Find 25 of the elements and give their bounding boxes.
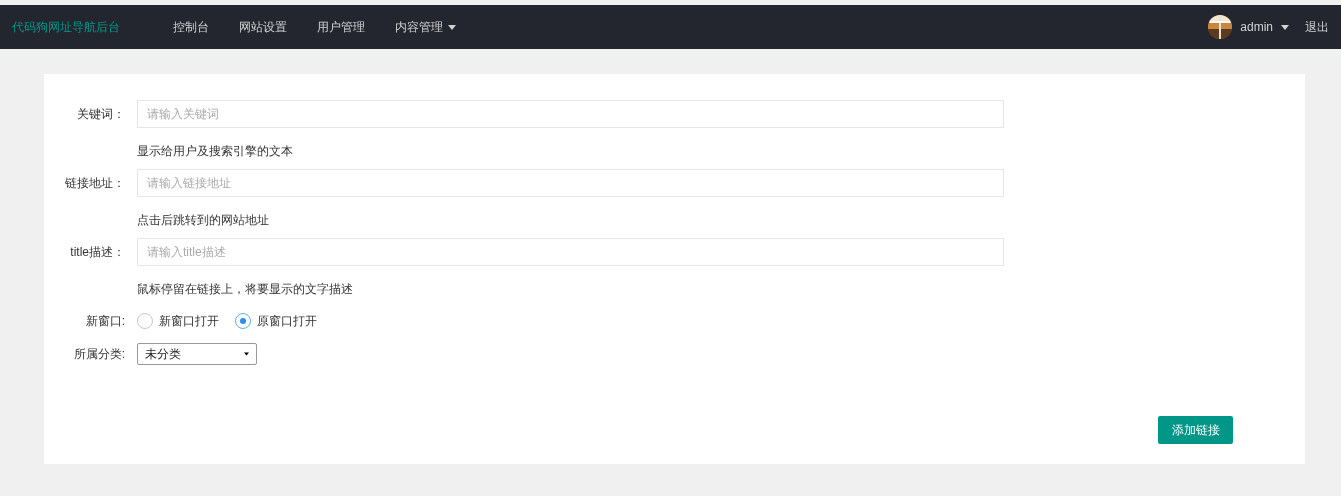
text-input-field[interactable]: 请输入关键词 (137, 100, 1004, 128)
add-link-button[interactable]: 添加链接 (1158, 416, 1233, 444)
field-label: 新窗口: (84, 313, 126, 330)
nav-link[interactable]: 用户管理 (313, 18, 369, 36)
nav-link[interactable]: 内容管理 (391, 18, 460, 36)
radio-option[interactable]: 原窗口打开 (235, 312, 317, 330)
text-input-field[interactable]: 请输入链接地址 (137, 169, 1004, 197)
user-menu[interactable]: admin (1208, 15, 1289, 39)
field-label: 所属分类: (72, 346, 126, 363)
help-text: 鼠标停留在链接上，将要显示的文字描述 (137, 282, 353, 296)
radio-option[interactable]: 新窗口打开 (137, 312, 219, 330)
text-input-field[interactable]: 请输入title描述 (137, 238, 1004, 266)
caret-icon (448, 24, 456, 30)
help-text: 点击后跳转到的网站地址 (137, 213, 269, 227)
category-select[interactable]: 未分类 (137, 343, 257, 365)
logout-link[interactable]: 退出 (1305, 18, 1329, 36)
caret-icon (244, 352, 249, 356)
field-label: 关键词： (76, 106, 126, 123)
help-text: 显示给用户及搜索引擎的文本 (137, 144, 293, 158)
nav-link[interactable]: 控制台 (169, 18, 213, 36)
brand-link[interactable]: 代码狗网址导航后台 (12, 18, 120, 36)
field-label: title描述： (69, 244, 126, 261)
field-label: 链接地址： (64, 175, 126, 192)
caret-icon (1281, 24, 1289, 30)
nav-link[interactable]: 网站设置 (235, 18, 291, 36)
